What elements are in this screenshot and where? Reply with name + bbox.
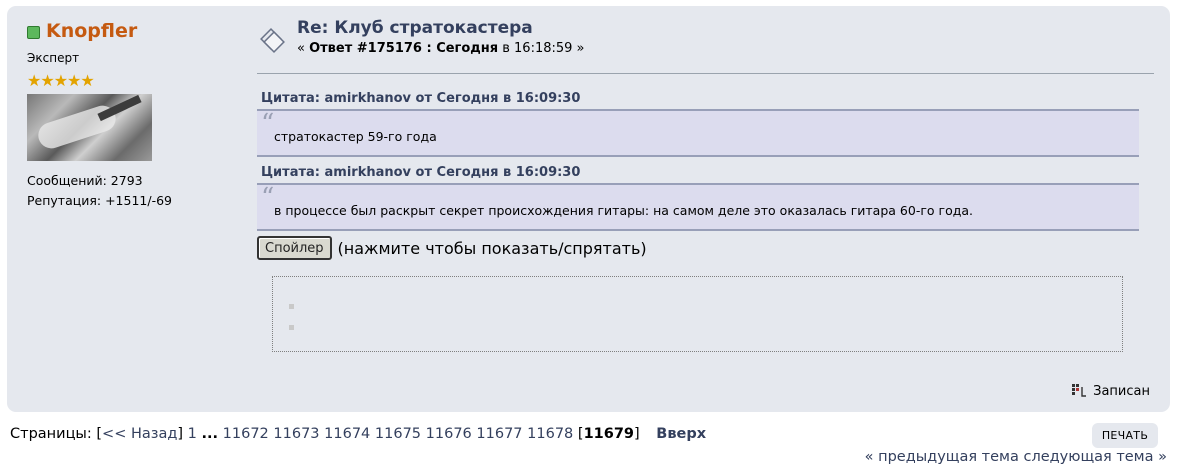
rank-stars: ★ ★ ★ ★ ★ — [27, 71, 247, 90]
star-icon: ★ — [27, 71, 41, 90]
page-link[interactable]: 11677 — [476, 426, 522, 442]
next-topic-link[interactable]: следующая тема » — [1023, 449, 1167, 465]
quote-text: в процессе был раскрыт секрет происхожде… — [274, 203, 974, 218]
pagination: Страницы: [<< Назад] 1 ... 11672 11673 1… — [10, 426, 707, 442]
topic-navigation: « предыдущая тема следующая тема » — [865, 449, 1167, 465]
print-button[interactable]: ПЕЧАТЬ — [1092, 423, 1158, 448]
star-icon: ★ — [67, 71, 81, 90]
quote-mark-icon: “ — [261, 109, 275, 139]
star-icon: ★ — [53, 71, 68, 90]
post-time: в 16:18:59 » — [498, 41, 585, 56]
spoiler-content — [272, 276, 1123, 352]
post-meta: « Ответ #175176 : Сегодня в 16:18:59 » — [297, 41, 585, 56]
star-icon: ★ — [40, 71, 54, 90]
message-count: Сообщений: 2793 — [27, 173, 143, 188]
spoiler-hint: (нажмите чтобы показать/спрятать) — [337, 238, 647, 258]
page-link[interactable]: 11678 — [527, 426, 573, 442]
prev-topic-link[interactable]: « предыдущая тема — [865, 449, 1019, 465]
post-header: Re: Клуб стратокастера « Ответ #175176 :… — [257, 16, 1154, 74]
saved-label: Записан — [1093, 383, 1150, 399]
online-status-icon — [27, 25, 40, 39]
poster-rank: Эксперт — [27, 51, 80, 65]
page-link[interactable]: 11674 — [324, 426, 370, 442]
avatar — [27, 94, 152, 161]
poster-name-row: Knopfler — [27, 20, 247, 42]
poster-info: Knopfler Эксперт ★ ★ ★ ★ ★ Сообщений: 27… — [27, 20, 247, 211]
pages-label: Страницы: [ — [10, 426, 103, 442]
quote-text: стратокастер 59-го года — [274, 129, 437, 144]
poster-name-link[interactable]: Knopfler — [46, 20, 137, 42]
post-content: Re: Клуб стратокастера « Ответ #175176 :… — [257, 16, 1154, 352]
quote-mark-icon: “ — [261, 183, 275, 213]
saved-icon — [1072, 384, 1087, 397]
bullet-icon — [289, 304, 294, 309]
quote-header[interactable]: Цитата: amirkhanov от Сегодня в 16:09:30 — [261, 91, 1154, 106]
quote-block: “ в процессе был раскрыт секрет происхож… — [257, 183, 1139, 231]
current-page: 11679 — [583, 426, 635, 442]
page-link[interactable]: 11676 — [426, 426, 472, 442]
bullet-icon — [289, 325, 294, 330]
page-back-link[interactable]: << Назад — [102, 426, 177, 442]
quote-header[interactable]: Цитата: amirkhanov от Сегодня в 16:09:30 — [261, 165, 1154, 180]
meta-prefix: « — [297, 41, 310, 56]
quote-block: “ стратокастер 59-го года — [257, 109, 1139, 157]
go-top-link[interactable]: Вверх — [656, 426, 706, 442]
reputation: Репутация: +1511/-69 — [27, 193, 172, 208]
saved-indicator: Записан — [1071, 383, 1150, 399]
reply-number-link[interactable]: Ответ #175176 : Сегодня — [309, 41, 498, 56]
spoiler-button[interactable]: Спойлер — [257, 236, 332, 260]
page-link[interactable]: 11675 — [375, 426, 421, 442]
post-icon — [260, 28, 285, 53]
page-link[interactable]: 11673 — [273, 426, 319, 442]
poster-stats: Сообщений: 2793 Репутация: +1511/-69 — [27, 171, 247, 211]
page-link[interactable]: 11672 — [223, 426, 269, 442]
page-ellipsis: ... — [201, 426, 219, 442]
spoiler-row: Спойлер (нажмите чтобы показать/спрятать… — [257, 236, 1154, 260]
page-link[interactable]: 1 — [188, 426, 197, 442]
forum-post: Knopfler Эксперт ★ ★ ★ ★ ★ Сообщений: 27… — [7, 6, 1170, 412]
post-title-link[interactable]: Re: Клуб стратокастера — [297, 18, 533, 38]
star-icon: ★ — [80, 71, 94, 90]
